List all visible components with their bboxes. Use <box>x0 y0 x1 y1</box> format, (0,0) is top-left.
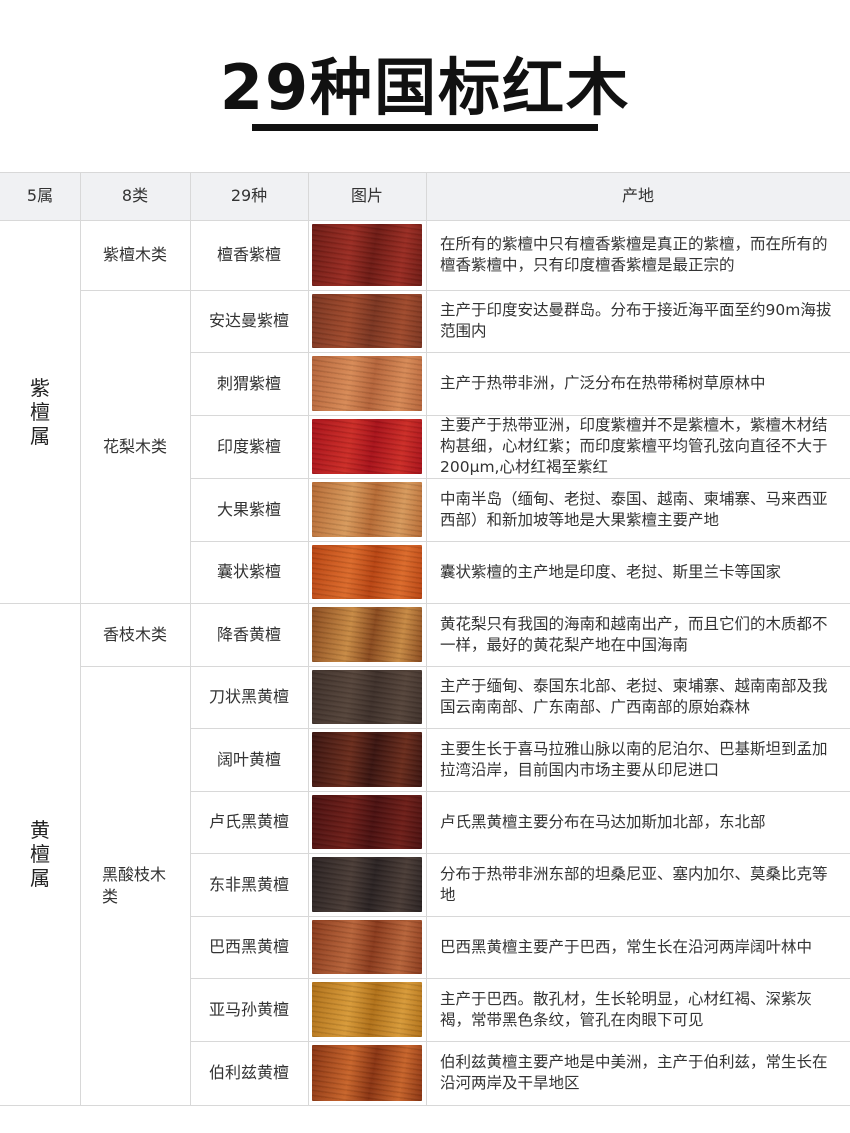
genus-char: 檀 <box>30 399 50 424</box>
genus-dalbergia: 黄 檀 属 <box>0 603 80 1105</box>
origin-description: 巴西黑黄檀主要产于巴西，常生长在沿河两岸阔叶林中 <box>440 937 813 956</box>
species-name: 巴西黑黄檀 <box>208 937 289 956</box>
wood-grain-texture <box>312 1045 422 1101</box>
wood-sample-image <box>312 419 422 474</box>
header-species: 29种 <box>190 172 308 220</box>
category-heisuanzhi: 黑酸枝木类 <box>80 666 190 1105</box>
origin-description: 分布于热带非洲东部的坦桑尼亚、塞内加尔、莫桑比克等地 <box>440 864 828 904</box>
wood-grain-texture <box>312 545 422 599</box>
grid-line <box>0 603 850 604</box>
origin-description: 主产于缅甸、泰国东北部、老挝、柬埔寨、越南南部及我国云南南部、广东南部、广西南部… <box>440 677 828 716</box>
grid-line <box>0 1105 850 1106</box>
wood-sample-image <box>312 224 422 286</box>
wood-grain-texture <box>312 294 422 348</box>
grid-line <box>190 978 850 979</box>
wood-grain-texture <box>312 857 422 912</box>
genus-char: 黄 <box>30 818 50 842</box>
grid-line <box>80 290 850 291</box>
grid-line <box>190 478 850 479</box>
origin-description: 主产于巴西。散孔材，生长轮明显，心材红褐、深紫灰褐，常带黑色条纹，管孔在肉眼下可… <box>440 989 813 1029</box>
grid-line <box>0 220 850 221</box>
genus-char: 属 <box>30 866 50 890</box>
header-genus: 5属 <box>0 172 80 220</box>
wood-grain-texture <box>312 920 422 974</box>
wood-sample-image <box>312 920 422 974</box>
species-name: 亚马孙黄檀 <box>208 999 289 1019</box>
origin-description: 主产于热带非洲，广泛分布在热带稀树草原林中 <box>440 374 766 392</box>
wood-table: 5属 8类 29种 图片 产地 紫 檀 属 黄 檀 属 紫檀木类 花梨木类 香枝… <box>0 172 850 1106</box>
origin-description: 中南半岛（缅甸、老挝、泰国、越南、柬埔寨、马来西亚西部）和新加坡等地是大果紫檀主… <box>440 489 828 529</box>
grid-line <box>190 728 850 729</box>
grid-line <box>80 172 81 1106</box>
grid-line <box>190 791 850 792</box>
species-name: 刺猬紫檀 <box>216 373 281 393</box>
wood-sample-image <box>312 294 422 348</box>
wood-sample-image <box>312 482 422 537</box>
origin-description: 黄花梨只有我国的海南和越南出产，而且它们的木质都不一样，最好的黄花梨产地在中国海… <box>440 614 828 654</box>
grid-line <box>190 172 191 1106</box>
wood-sample-image <box>312 607 422 662</box>
wood-grain-texture <box>312 795 422 849</box>
wood-sample-image <box>312 732 422 787</box>
category-huali: 花梨木类 <box>102 436 167 456</box>
genus-char: 紫 <box>30 375 50 400</box>
grid-line <box>426 172 427 1106</box>
species-name: 东非黑黄檀 <box>208 874 289 894</box>
wood-sample-image <box>312 1045 422 1101</box>
species-name: 刀状黑黄檀 <box>208 687 289 706</box>
grid-line <box>308 172 309 1106</box>
origin-description: 伯利兹黄檀主要产地是中美洲，主产于伯利兹，常生长在沿河两岸及干旱地区 <box>440 1053 828 1092</box>
genus-char: 属 <box>30 423 50 448</box>
origin-description: 主产于印度安达曼群岛。分布于接近海平面至约90m海拔范围内 <box>440 301 832 340</box>
wood-grain-texture <box>312 224 422 286</box>
grid-line <box>190 1041 850 1042</box>
header-origin: 产地 <box>426 172 850 220</box>
header-image: 图片 <box>308 172 426 220</box>
wood-grain-texture <box>312 670 422 724</box>
species-name: 大果紫檀 <box>216 499 281 519</box>
grid-line <box>190 352 850 353</box>
header-category: 8类 <box>80 172 190 220</box>
grid-line <box>190 415 850 416</box>
wood-grain-texture <box>312 356 422 411</box>
title-underline <box>252 124 598 131</box>
species-name: 降香黄檀 <box>216 624 281 644</box>
grid-line <box>190 541 850 542</box>
genus-pterocarpus: 紫 檀 属 <box>0 220 80 603</box>
wood-grain-texture <box>312 607 422 662</box>
origin-description: 囊状紫檀的主产地是印度、老挝、斯里兰卡等国家 <box>440 562 782 581</box>
wood-grain-texture <box>312 482 422 537</box>
category-xiangzhi: 香枝木类 <box>102 624 167 644</box>
species-name: 檀香紫檀 <box>216 245 281 264</box>
origin-description: 卢氏黑黄檀主要分布在马达加斯加北部，东北部 <box>440 812 766 831</box>
wood-sample-image <box>312 982 422 1037</box>
wood-grain-texture <box>312 732 422 787</box>
species-name: 囊状紫檀 <box>216 562 281 581</box>
origin-description: 主要生长于喜马拉雅山脉以南的尼泊尔、巴基斯坦到孟加拉湾沿岸，目前国内市场主要从印… <box>440 739 828 779</box>
wood-grain-texture <box>312 419 422 474</box>
wood-grain-texture <box>312 982 422 1037</box>
species-name: 印度紫檀 <box>216 436 281 456</box>
species-name: 伯利兹黄檀 <box>208 1063 289 1082</box>
wood-sample-image <box>312 356 422 411</box>
category-heisuanzhi-label: 黑酸枝木类 <box>102 864 167 906</box>
origin-description: 在所有的紫檀中只有檀香紫檀是真正的紫檀，而在所有的檀香紫檀中，只有印度檀香紫檀是… <box>440 235 828 274</box>
page-title: 29种国标红木 <box>219 51 631 124</box>
species-name: 安达曼紫檀 <box>208 311 289 330</box>
genus-char: 檀 <box>30 842 50 866</box>
grid-line <box>0 172 850 173</box>
origin-description: 主要产于热带亚洲，印度紫檀并不是紫檀木，紫檀木材结构甚细，心材红紫；而印度紫檀平… <box>440 416 828 476</box>
grid-line <box>190 916 850 917</box>
wood-sample-image <box>312 670 422 724</box>
wood-sample-image <box>312 545 422 599</box>
grid-line <box>80 666 850 667</box>
category-zitan: 紫檀木类 <box>102 245 167 264</box>
species-name: 卢氏黑黄檀 <box>208 812 289 831</box>
grid-line <box>190 853 850 854</box>
wood-sample-image <box>312 795 422 849</box>
species-name: 阔叶黄檀 <box>216 749 281 769</box>
wood-sample-image <box>312 857 422 912</box>
